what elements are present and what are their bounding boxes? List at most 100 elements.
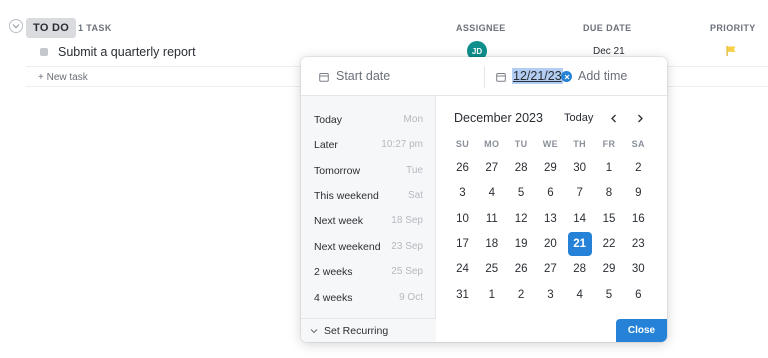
quick-option-next-weekend[interactable]: Next weekend 23 Sep: [301, 235, 436, 260]
set-recurring-button[interactable]: Set Recurring: [301, 318, 436, 342]
calendar-day[interactable]: 14: [568, 207, 592, 231]
clear-date-icon[interactable]: [561, 71, 572, 82]
calendar-day[interactable]: 26: [509, 257, 533, 281]
calendar-day[interactable]: 11: [480, 207, 504, 231]
quick-option-later[interactable]: Later 10:27 pm: [301, 133, 436, 158]
task-count: 1 TASK: [78, 23, 112, 33]
quick-option-2-weeks[interactable]: 2 weeks 25 Sep: [301, 260, 436, 285]
weekday-label: TU: [514, 139, 528, 149]
calendar-day[interactable]: 23: [626, 232, 650, 256]
calendar-day[interactable]: 2: [509, 283, 533, 307]
calendar-day[interactable]: 6: [538, 181, 562, 205]
calendar-icon: [496, 73, 506, 82]
weekday-label: MO: [484, 139, 500, 149]
calendar-day[interactable]: 25: [480, 257, 504, 281]
input-divider: [484, 66, 485, 88]
quick-option-hint: 18 Sep: [391, 215, 423, 226]
task-status-square-icon[interactable]: [40, 48, 48, 56]
calendar-day[interactable]: 10: [451, 207, 475, 231]
calendar-day[interactable]: 21: [567, 231, 592, 256]
priority-flag-icon[interactable]: [725, 45, 737, 57]
calendar-day[interactable]: 5: [509, 181, 533, 205]
calendar-day[interactable]: 5: [597, 283, 621, 307]
calendar-day[interactable]: 29: [538, 156, 562, 180]
calendar-day[interactable]: 22: [597, 232, 621, 256]
quick-option-hint: Mon: [403, 114, 423, 125]
today-button[interactable]: Today: [564, 112, 593, 124]
calendar-day[interactable]: 15: [597, 207, 621, 231]
quick-option-hint: 10:27 pm: [381, 139, 423, 150]
calendar-day[interactable]: 16: [626, 207, 650, 231]
collapse-group-toggle[interactable]: [9, 19, 23, 33]
start-date-input[interactable]: Start date: [336, 69, 390, 83]
due-date-input[interactable]: 12/21/23: [512, 68, 563, 84]
calendar-day[interactable]: 30: [626, 257, 650, 281]
quick-option-4-weeks[interactable]: 4 weeks 9 Oct: [301, 286, 436, 311]
calendar-day[interactable]: 4: [568, 283, 592, 307]
calendar-day[interactable]: 13: [538, 207, 562, 231]
calendar-day[interactable]: 29: [597, 257, 621, 281]
weekday-label: TH: [573, 139, 587, 149]
quick-dates-panel: Today Mon Later 10:27 pm Tomorrow Tue Th…: [301, 96, 436, 342]
quick-option-next-week[interactable]: Next week 18 Sep: [301, 209, 436, 234]
column-header-assignee[interactable]: ASSIGNEE: [456, 23, 506, 33]
calendar-day[interactable]: 3: [538, 283, 562, 307]
calendar-day[interactable]: 3: [451, 181, 475, 205]
quick-option-this-weekend[interactable]: This weekend Sat: [301, 184, 436, 209]
weekday-label: SA: [631, 139, 645, 149]
add-time-button[interactable]: Add time: [578, 69, 627, 83]
task-due-date[interactable]: Dec 21: [593, 46, 625, 57]
calendar-day[interactable]: 8: [597, 181, 621, 205]
calendar-day[interactable]: 31: [451, 283, 475, 307]
weekday-label: FR: [602, 139, 616, 149]
quick-option-hint: 9 Oct: [399, 292, 423, 303]
quick-option-hint: 25 Sep: [391, 266, 423, 277]
quick-option-label: Tomorrow: [314, 165, 361, 177]
calendar-day[interactable]: 4: [480, 181, 504, 205]
task-name[interactable]: Submit a quarterly report: [58, 45, 196, 59]
previous-month-button[interactable]: [607, 112, 619, 124]
set-recurring-label: Set Recurring: [324, 325, 389, 337]
column-header-priority[interactable]: PRIORITY: [710, 23, 756, 33]
calendar-day[interactable]: 7: [568, 181, 592, 205]
calendar-day[interactable]: 26: [451, 156, 475, 180]
weekday-label: SU: [455, 139, 470, 149]
calendar-day[interactable]: 18: [480, 232, 504, 256]
calendar-day[interactable]: 2: [626, 156, 650, 180]
quick-option-hint: Sat: [407, 190, 423, 201]
next-month-button[interactable]: [634, 112, 646, 124]
calendar-day[interactable]: 9: [626, 181, 650, 205]
new-task-button[interactable]: + New task: [38, 72, 88, 83]
calendar-day[interactable]: 1: [597, 156, 621, 180]
calendar-day[interactable]: 30: [568, 156, 592, 180]
chevron-right-icon: [637, 114, 643, 122]
quick-option-label: 2 weeks: [314, 266, 353, 278]
calendar-day[interactable]: 6: [626, 283, 650, 307]
quick-option-tomorrow[interactable]: Tomorrow Tue: [301, 159, 436, 184]
date-inputs-bar: Start date 12/21/23 Add time: [301, 57, 667, 96]
calendar-day[interactable]: 27: [538, 257, 562, 281]
status-group-label[interactable]: TO DO: [26, 18, 77, 38]
calendar-day[interactable]: 19: [509, 232, 533, 256]
quick-option-today[interactable]: Today Mon: [301, 108, 436, 133]
chevron-down-icon: [310, 329, 318, 334]
calendar-day[interactable]: 28: [568, 257, 592, 281]
quick-option-label: Next weekend: [314, 241, 381, 253]
close-button[interactable]: Close: [616, 319, 667, 342]
quick-option-label: This weekend: [314, 190, 379, 202]
calendar-day[interactable]: 27: [480, 156, 504, 180]
calendar-day[interactable]: 1: [480, 283, 504, 307]
date-picker-popup: Start date 12/21/23 Add time Today Mon L…: [301, 57, 667, 342]
calendar-day[interactable]: 28: [509, 156, 533, 180]
calendar-day[interactable]: 20: [538, 232, 562, 256]
quick-option-label: Today: [314, 114, 343, 126]
calendar-day[interactable]: 24: [451, 257, 475, 281]
weekday-label: WE: [542, 139, 559, 149]
column-header-due-date[interactable]: DUE DATE: [583, 23, 632, 33]
calendar-day[interactable]: 12: [509, 207, 533, 231]
quick-option-hint: Tue: [406, 165, 423, 176]
quick-option-label: Later: [314, 139, 338, 151]
quick-option-label: Next week: [314, 215, 364, 227]
calendar-day[interactable]: 17: [451, 232, 475, 256]
calendar-icon: [319, 73, 329, 82]
